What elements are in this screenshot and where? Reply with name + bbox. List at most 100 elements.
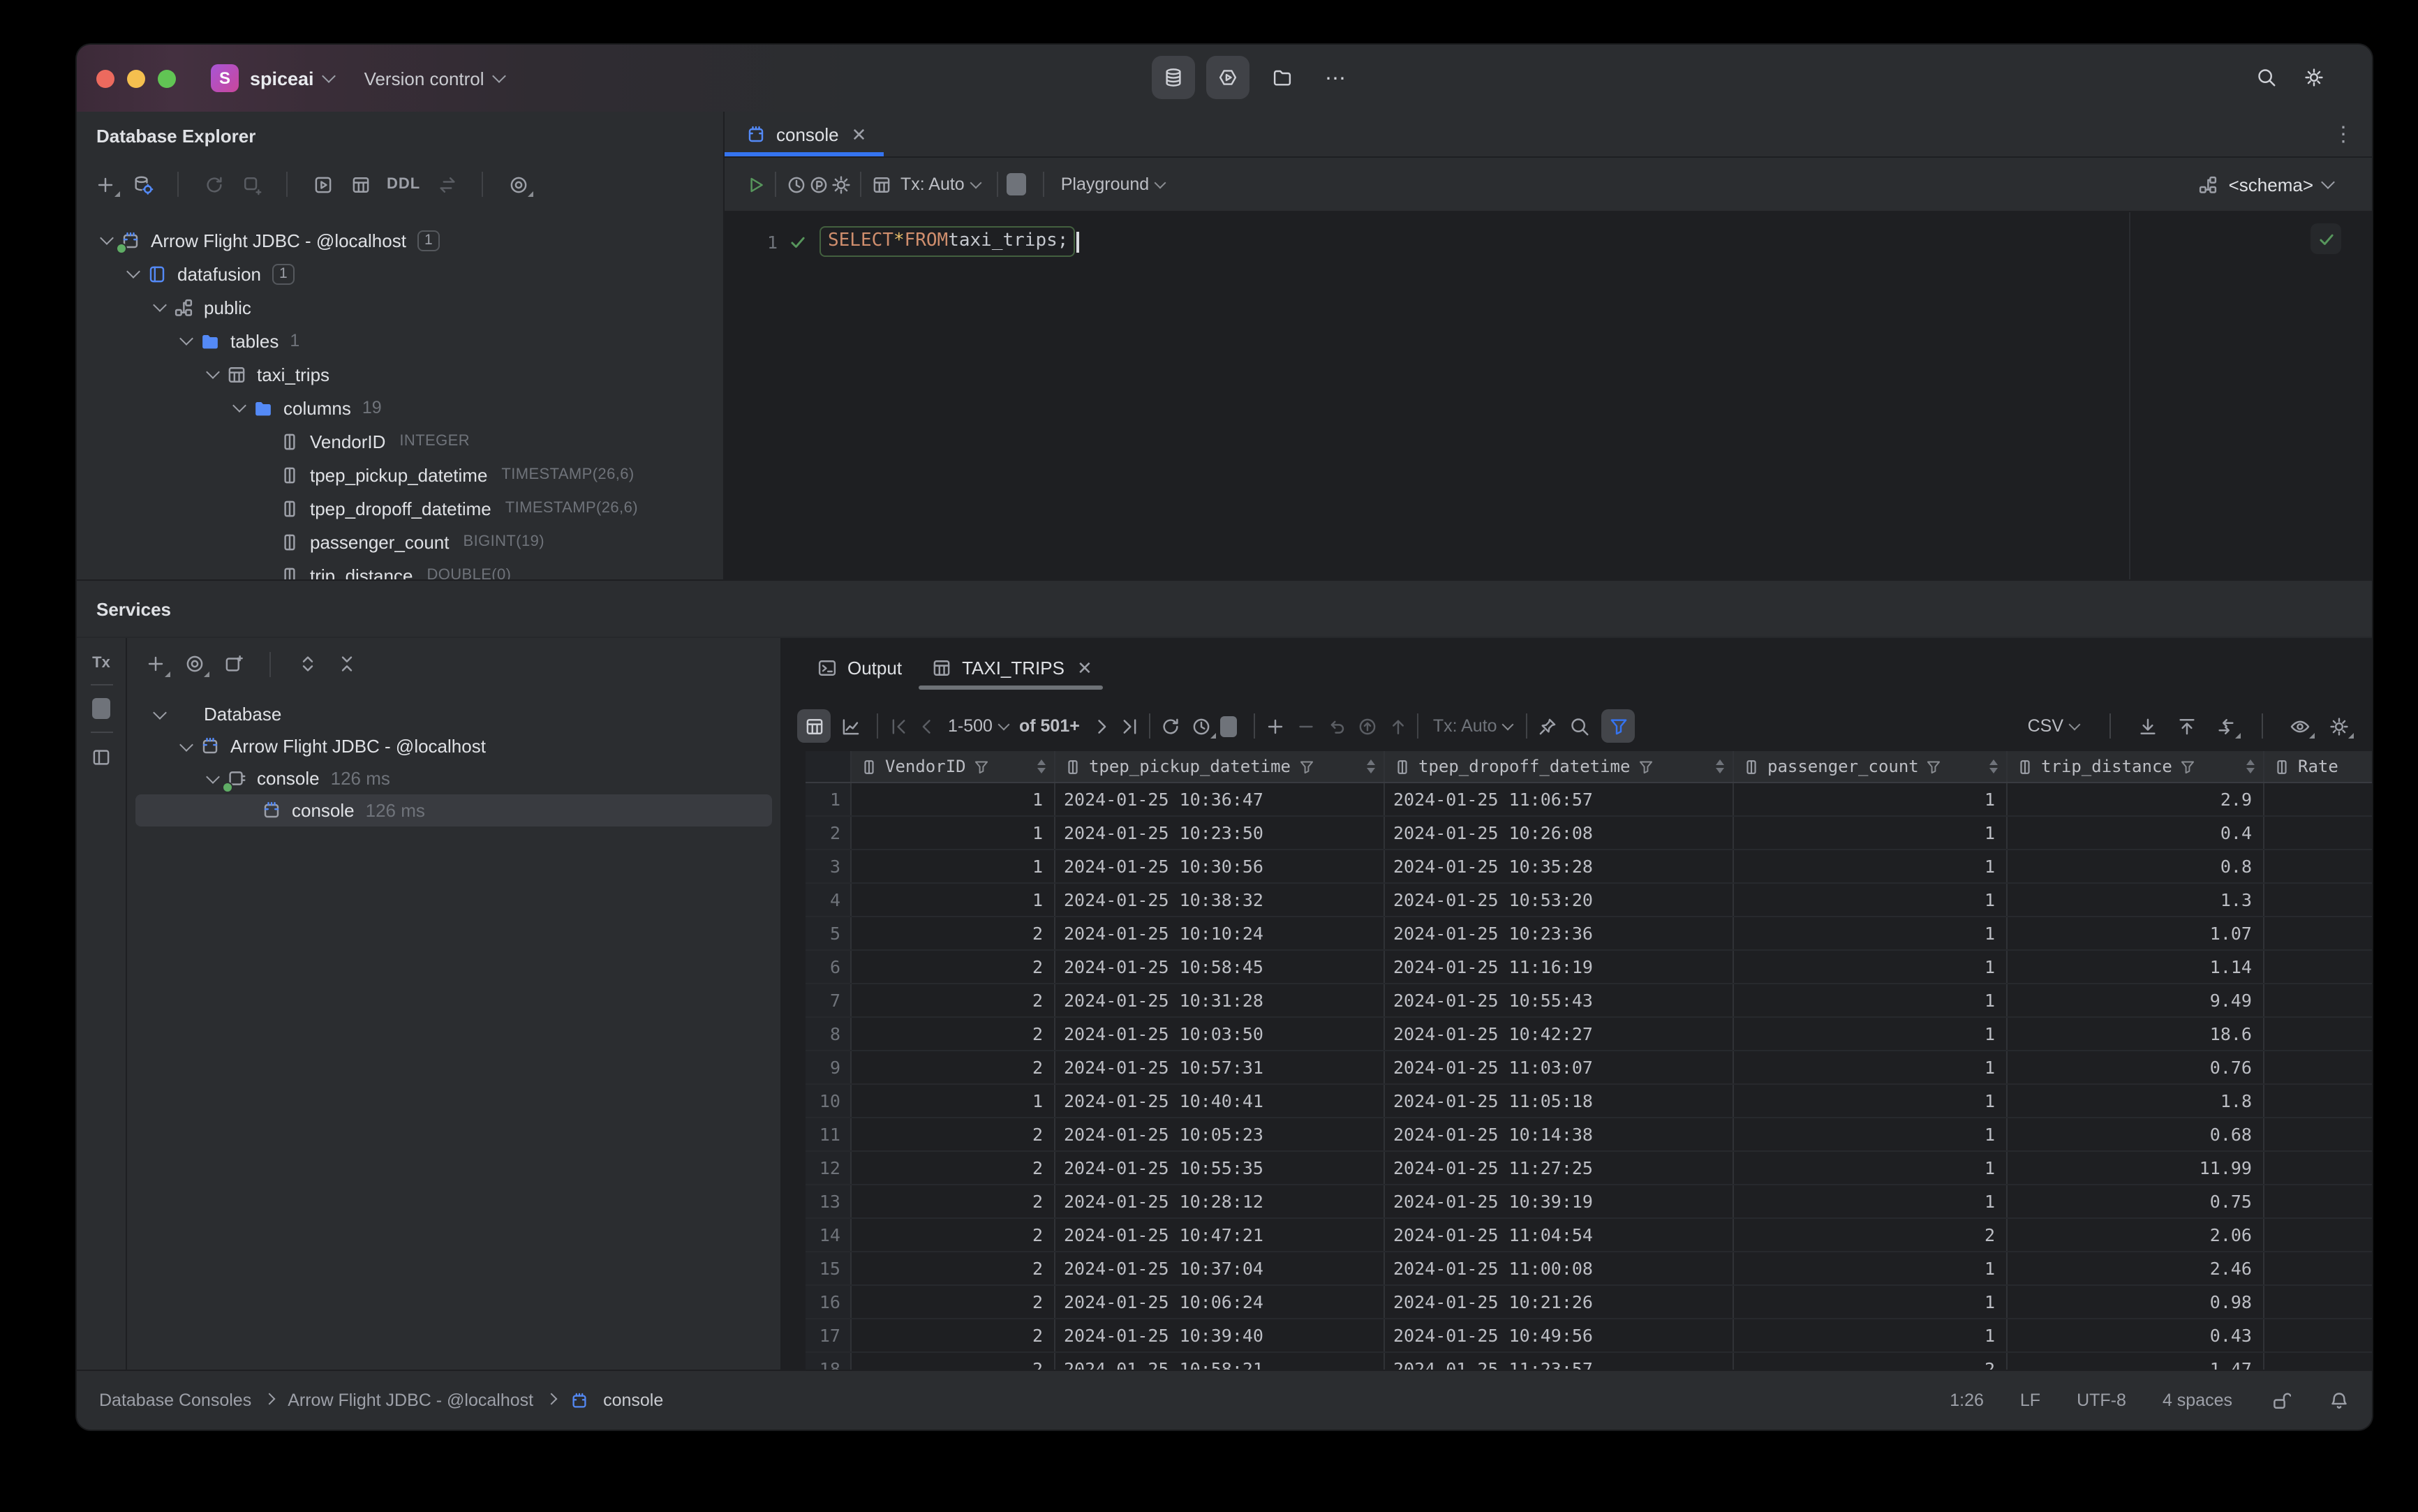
grid-cell[interactable] — [2264, 1051, 2372, 1083]
history-icon[interactable] — [785, 173, 807, 195]
grid-settings-icon[interactable] — [2327, 715, 2354, 739]
view-options-icon[interactable] — [2288, 715, 2315, 739]
sort-icon[interactable] — [1716, 759, 1727, 773]
grid-cell[interactable] — [2264, 917, 2372, 949]
grid-cell[interactable]: 2 — [852, 1118, 1055, 1150]
lock-icon[interactable] — [2269, 1389, 2291, 1411]
grid-cell[interactable]: 1.47 — [2008, 1353, 2264, 1371]
grid-cell[interactable]: 1 — [1734, 951, 2008, 983]
close-icon[interactable]: ✕ — [1077, 658, 1092, 676]
breadcrumb-datasource[interactable]: Arrow Flight JDBC - @localhost — [288, 1391, 533, 1410]
sort-icon[interactable] — [1037, 759, 1048, 773]
grid-cell[interactable]: 2024-01-25 10:28:12 — [1055, 1185, 1385, 1217]
stop-query-button[interactable] — [1220, 716, 1238, 736]
table-row[interactable]: 17 2 2024-01-25 10:39:40 2024-01-25 10:49:5… — [806, 1319, 2372, 1353]
project-selector[interactable]: spiceai — [250, 68, 336, 89]
table-row[interactable]: 14 2 2024-01-25 10:47:21 2024-01-25 11:04:5… — [806, 1219, 2372, 1252]
grid-cell[interactable]: 2024-01-25 11:00:08 — [1385, 1252, 1734, 1284]
results-in-grid-icon[interactable] — [870, 173, 892, 195]
row-number[interactable]: 14 — [806, 1219, 852, 1251]
grid-cell[interactable]: 1 — [852, 850, 1055, 882]
tx-mode-dropdown[interactable]: Tx: Auto — [900, 175, 982, 194]
open-table-icon[interactable] — [349, 173, 371, 195]
grid-cell[interactable] — [2264, 1286, 2372, 1318]
row-number[interactable]: 8 — [806, 1018, 852, 1050]
table-row[interactable]: 2 1 2024-01-25 10:23:50 2024-01-25 10:26:08… — [806, 817, 2372, 850]
grid-cell[interactable]: 1 — [1734, 1051, 2008, 1083]
view-options-icon[interactable] — [507, 173, 534, 197]
grid-cell[interactable]: 2 — [1734, 1219, 2008, 1251]
table-row[interactable]: 7 2 2024-01-25 10:31:28 2024-01-25 10:55:43… — [806, 984, 2372, 1018]
grid-cell[interactable]: 18.6 — [2008, 1018, 2264, 1050]
collapse-all-icon[interactable] — [335, 653, 357, 675]
open-in-new-tab-icon[interactable] — [222, 653, 244, 675]
row-number[interactable]: 1 — [806, 783, 852, 815]
sort-icon[interactable] — [2246, 759, 2257, 773]
sort-icon[interactable] — [1367, 759, 1378, 773]
grid-cell[interactable]: 2024-01-25 10:58:45 — [1055, 951, 1385, 983]
refresh-icon[interactable] — [202, 173, 225, 195]
grid-cell[interactable]: 2024-01-25 11:04:54 — [1385, 1219, 1734, 1251]
first-page-icon[interactable] — [887, 715, 909, 737]
table-row[interactable]: 5 2 2024-01-25 10:10:24 2024-01-25 10:23:36… — [806, 917, 2372, 951]
table-row[interactable]: 6 2 2024-01-25 10:58:45 2024-01-25 11:16:19… — [806, 951, 2372, 984]
tab-taxi-trips[interactable]: TAXI_TRIPS ✕ — [916, 649, 1106, 690]
grid-cell[interactable]: 2024-01-25 11:27:25 — [1385, 1152, 1734, 1184]
grid-cell[interactable] — [2264, 951, 2372, 983]
grid-cell[interactable]: 1 — [1734, 917, 2008, 949]
grid-cell[interactable]: 2024-01-25 10:37:04 — [1055, 1252, 1385, 1284]
expand-all-icon[interactable] — [296, 653, 318, 675]
filter-funnel-icon[interactable] — [1926, 758, 1943, 775]
row-number[interactable]: 6 — [806, 951, 852, 983]
tree-item-database[interactable]: Database — [127, 698, 780, 730]
grid-cell[interactable]: 1.8 — [2008, 1085, 2264, 1117]
explain-plan-icon[interactable] — [807, 173, 829, 195]
grid-cell[interactable]: 2024-01-25 10:38:32 — [1055, 884, 1385, 916]
previous-page-icon[interactable] — [914, 715, 937, 737]
table-row[interactable]: 4 1 2024-01-25 10:38:32 2024-01-25 10:53:20… — [806, 884, 2372, 917]
tree-item-console[interactable]: console 126 ms — [127, 762, 780, 794]
grid-cell[interactable]: 2024-01-25 10:39:40 — [1055, 1319, 1385, 1351]
tree-item-tables[interactable]: tables 1 — [77, 324, 723, 357]
tree-item-tpep-pickup-datetime[interactable]: tpep_pickup_datetime TIMESTAMP(26,6) — [77, 458, 723, 491]
grid-cell[interactable]: 2024-01-25 10:23:36 — [1385, 917, 1734, 949]
settings-icon[interactable] — [2302, 66, 2324, 89]
grid-cell[interactable]: 2024-01-25 10:55:43 — [1385, 984, 1734, 1016]
search-everywhere-icon[interactable] — [2255, 66, 2277, 89]
column-header-rate[interactable]: Rate — [2264, 751, 2372, 782]
tab-console[interactable]: console ✕ — [725, 112, 884, 156]
line-ending[interactable]: LF — [2020, 1391, 2040, 1410]
grid-cell[interactable]: 2.9 — [2008, 783, 2264, 815]
chevron-down-icon[interactable] — [152, 298, 166, 312]
grid-cell[interactable]: 2024-01-25 10:26:08 — [1385, 817, 1734, 849]
filter-funnel-icon[interactable] — [1637, 758, 1654, 775]
grid-cell[interactable]: 2024-01-25 10:31:28 — [1055, 984, 1385, 1016]
grid-cell[interactable]: 2024-01-25 11:05:18 — [1385, 1085, 1734, 1117]
grid-cell[interactable] — [2264, 1319, 2372, 1351]
file-encoding[interactable]: UTF-8 — [2077, 1391, 2126, 1410]
grid-cell[interactable]: 2.46 — [2008, 1252, 2264, 1284]
reload-data-icon[interactable] — [1159, 715, 1182, 737]
disconnect-icon[interactable] — [240, 173, 262, 195]
table-row[interactable]: 11 2 2024-01-25 10:05:23 2024-01-25 10:14:3… — [806, 1118, 2372, 1152]
tree-item-vendorid[interactable]: VendorID INTEGER — [77, 424, 723, 458]
tree-item-trip-distance[interactable]: trip_distance DOUBLE(0) — [77, 558, 723, 579]
grid-cell[interactable]: 2024-01-25 10:36:47 — [1055, 783, 1385, 815]
grid-cell[interactable]: 1.14 — [2008, 951, 2264, 983]
grid-cell[interactable]: 2 — [852, 1018, 1055, 1050]
run-tool-button[interactable] — [1206, 56, 1249, 99]
console-settings-icon[interactable] — [829, 173, 852, 195]
tree-item-tpep-dropoff-datetime[interactable]: tpep_dropoff_datetime TIMESTAMP(26,6) — [77, 491, 723, 525]
row-number[interactable]: 17 — [806, 1319, 852, 1351]
tree-item-columns[interactable]: columns 19 — [77, 391, 723, 424]
export-format-dropdown[interactable]: CSV — [2028, 716, 2081, 736]
chevron-down-icon[interactable] — [205, 769, 219, 783]
grid-cell[interactable]: 2 — [852, 1185, 1055, 1217]
column-header-vendorid[interactable]: VendorID — [852, 751, 1055, 782]
grid-cell[interactable]: 2 — [852, 1051, 1055, 1083]
project-files-button[interactable] — [1261, 56, 1304, 99]
grid-cell[interactable]: 11.99 — [2008, 1152, 2264, 1184]
grid-cell[interactable]: 2 — [852, 1319, 1055, 1351]
more-actions-button[interactable]: ⋯ — [1315, 56, 1358, 99]
minimize-window-button[interactable] — [127, 69, 145, 87]
